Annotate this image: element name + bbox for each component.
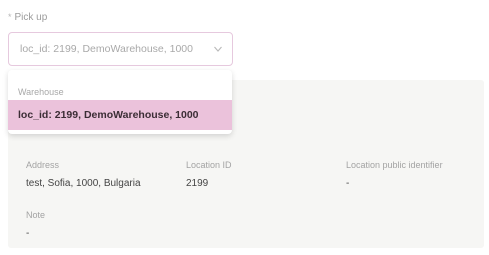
pickup-label-text: Pick up xyxy=(14,12,48,23)
public-identifier-label: Location public identifier xyxy=(346,160,443,170)
location-id-label: Location ID xyxy=(186,160,232,170)
pickup-label: * Pick up xyxy=(8,12,47,23)
location-id-value: 2199 xyxy=(186,178,209,189)
chevron-down-icon[interactable] xyxy=(213,44,223,54)
address-value: test, Sofia, 1000, Bulgaria xyxy=(26,178,141,189)
dropdown-option[interactable]: loc_id: 2199, DemoWarehouse, 1000 xyxy=(8,100,232,130)
dropdown-option-label: loc_id: 2199, DemoWarehouse, 1000 xyxy=(18,109,199,121)
pickup-dropdown-menu: Warehouse loc_id: 2199, DemoWarehouse, 1… xyxy=(8,70,232,134)
note-value: - xyxy=(26,228,30,239)
pickup-select-value: loc_id: 2199, DemoWarehouse, 1000 xyxy=(20,43,193,55)
public-identifier-value: - xyxy=(346,178,350,189)
pickup-select[interactable]: loc_id: 2199, DemoWarehouse, 1000 xyxy=(8,32,233,66)
required-marker: * xyxy=(8,12,12,22)
address-label: Address xyxy=(26,160,60,170)
dropdown-group-label: Warehouse xyxy=(18,87,64,97)
note-label: Note xyxy=(26,210,46,220)
